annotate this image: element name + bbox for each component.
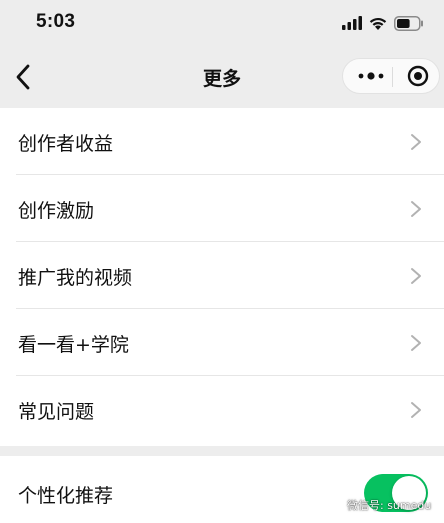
personalized-recommendation-label: 个性化推荐 [18, 485, 114, 507]
menu-item-faq[interactable]: 常见问题 [0, 376, 444, 443]
status-bar: 5:03 [0, 0, 444, 46]
wifi-icon [369, 17, 387, 30]
chevron-right-icon [411, 268, 421, 284]
menu-item-label: 常见问题 [18, 401, 95, 423]
chevron-right-icon [411, 134, 421, 150]
menu-item-creator-incentive[interactable]: 创作激励 [0, 175, 444, 242]
menu-item-label: 创作者收益 [18, 133, 114, 155]
watermark: 微信号: sumedu [322, 495, 431, 515]
chevron-right-icon [411, 402, 421, 418]
menu-item-label: 推广我的视频 [18, 267, 133, 289]
menu-item-label: 创作激励 [18, 200, 95, 222]
section-gap [0, 446, 444, 456]
menu-item-kankan-academy[interactable]: 看一看+学院 [0, 309, 444, 376]
battery-icon [394, 15, 423, 31]
close-button[interactable] [402, 59, 434, 93]
capsule-divider [392, 67, 393, 87]
signal-icon [342, 16, 362, 30]
more-button[interactable] [355, 59, 387, 93]
wechat-icon [322, 497, 342, 513]
menu-item-label: 看一看+学院 [18, 334, 129, 356]
mini-program-capsule [342, 58, 440, 94]
system-icons [342, 14, 424, 32]
status-time: 5:03 [36, 11, 76, 32]
menu-item-promote-videos[interactable]: 推广我的视频 [0, 242, 444, 309]
navigation-bar: 更多 [0, 46, 444, 108]
menu-list: 创作者收益 创作激励 推广我的视频 看一看+学院 常见问题 [0, 108, 444, 446]
chevron-right-icon [411, 201, 421, 217]
chevron-right-icon [411, 335, 421, 351]
more-dots-icon [358, 72, 384, 80]
close-circle-icon [407, 65, 429, 87]
watermark-text: 微信号: sumedu [347, 499, 432, 512]
menu-item-creator-earnings[interactable]: 创作者收益 [0, 108, 444, 175]
